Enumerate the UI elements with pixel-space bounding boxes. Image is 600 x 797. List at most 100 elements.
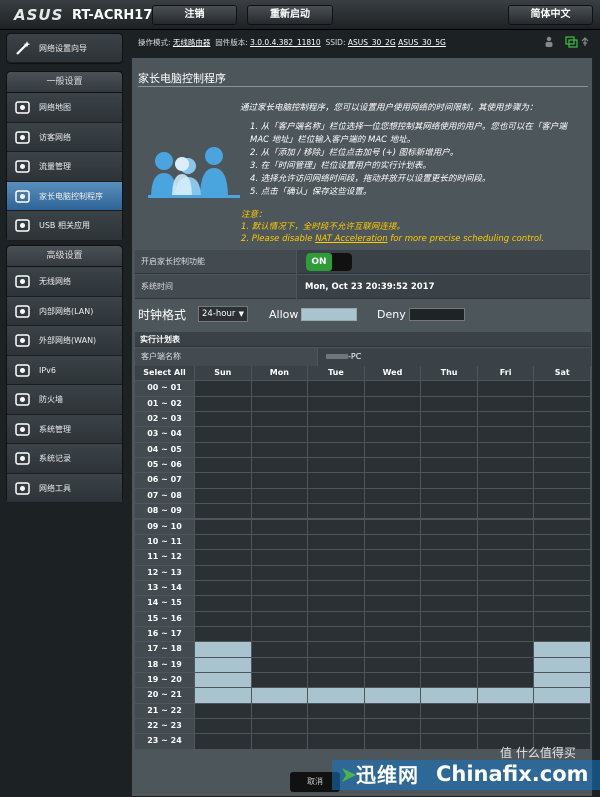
schedule-cell[interactable] [421, 412, 477, 427]
hour-row-header[interactable]: 08 ~ 09 [135, 504, 194, 519]
schedule-cell[interactable] [364, 458, 421, 473]
schedule-cell[interactable] [251, 719, 308, 734]
schedule-cell[interactable] [195, 396, 251, 412]
schedule-cell[interactable] [308, 626, 364, 642]
sidebar-item-advanced-1[interactable]: 内部网络(LAN) [7, 296, 122, 326]
schedule-cell[interactable] [251, 565, 308, 580]
schedule-cell[interactable] [477, 565, 534, 580]
hour-row-header[interactable]: 19 ~ 20 [135, 673, 194, 688]
schedule-cell[interactable] [251, 657, 308, 672]
schedule-cell[interactable] [477, 442, 534, 458]
schedule-cell[interactable] [534, 673, 590, 688]
hour-row-header[interactable]: 04 ~ 05 [135, 442, 194, 458]
schedule-cell[interactable] [308, 550, 364, 565]
schedule-cell[interactable] [251, 458, 308, 473]
schedule-cell[interactable] [534, 412, 590, 427]
schedule-cell[interactable] [364, 657, 421, 672]
schedule-cell[interactable] [251, 734, 308, 749]
schedule-cell[interactable] [195, 611, 251, 626]
schedule-cell[interactable] [195, 473, 251, 488]
schedule-cell[interactable] [364, 626, 421, 642]
schedule-cell[interactable] [421, 381, 477, 396]
schedule-cell[interactable] [534, 381, 590, 396]
schedule-cell[interactable] [308, 504, 364, 519]
schedule-cell[interactable] [477, 458, 534, 473]
schedule-cell[interactable] [251, 580, 308, 596]
schedule-cell[interactable] [421, 626, 477, 642]
hour-row-header[interactable]: 11 ~ 12 [135, 550, 194, 565]
schedule-cell[interactable] [364, 673, 421, 688]
logout-button[interactable]: 注销 [152, 5, 237, 25]
hour-row-header[interactable]: 01 ~ 02 [135, 396, 194, 412]
schedule-cell[interactable] [308, 565, 364, 580]
schedule-cell[interactable] [534, 657, 590, 672]
internet-status-icon[interactable] [565, 36, 578, 48]
hour-row-header[interactable]: 07 ~ 08 [135, 488, 194, 504]
schedule-cell[interactable] [477, 534, 534, 550]
schedule-cell[interactable] [251, 412, 308, 427]
language-selector[interactable]: 简体中文 [508, 5, 593, 25]
schedule-cell[interactable] [534, 596, 590, 611]
schedule-cell[interactable] [308, 673, 364, 688]
schedule-cell[interactable] [364, 719, 421, 734]
schedule-cell[interactable] [421, 596, 477, 611]
schedule-cell[interactable] [251, 550, 308, 565]
schedule-cell[interactable] [364, 580, 421, 596]
schedule-cell[interactable] [364, 596, 421, 611]
ssid-5g-link[interactable]: ASUS_30_5G [398, 38, 446, 47]
schedule-cell[interactable] [477, 427, 534, 442]
hour-row-header[interactable]: 21 ~ 22 [135, 703, 194, 719]
schedule-cell[interactable] [308, 534, 364, 550]
schedule-cell[interactable] [308, 734, 364, 749]
schedule-cell[interactable] [421, 396, 477, 412]
schedule-cell[interactable] [534, 442, 590, 458]
schedule-cell[interactable] [195, 642, 251, 657]
sidebar-item-wizard[interactable]: 网络设置向导 [7, 34, 122, 63]
schedule-cell[interactable] [364, 611, 421, 626]
schedule-cell[interactable] [477, 473, 534, 488]
schedule-cell[interactable] [421, 504, 477, 519]
day-header-mon[interactable]: Mon [251, 366, 308, 381]
sidebar-item-advanced-5[interactable]: 系统管理 [7, 414, 122, 444]
schedule-cell[interactable] [534, 611, 590, 626]
schedule-cell[interactable] [421, 534, 477, 550]
day-header-sun[interactable]: Sun [195, 366, 251, 381]
schedule-cell[interactable] [195, 734, 251, 749]
schedule-cell[interactable] [477, 657, 534, 672]
schedule-cell[interactable] [421, 580, 477, 596]
schedule-cell[interactable] [251, 534, 308, 550]
schedule-cell[interactable] [364, 473, 421, 488]
hour-row-header[interactable]: 22 ~ 23 [135, 719, 194, 734]
schedule-cell[interactable] [364, 381, 421, 396]
schedule-cell[interactable] [477, 673, 534, 688]
hour-row-header[interactable]: 16 ~ 17 [135, 626, 194, 642]
sidebar-item-advanced-6[interactable]: 系统记录 [7, 444, 122, 474]
schedule-cell[interactable] [308, 381, 364, 396]
schedule-cell[interactable] [534, 534, 590, 550]
schedule-cell[interactable] [477, 519, 534, 534]
schedule-cell[interactable] [308, 580, 364, 596]
usb-status-icon[interactable] [581, 37, 589, 46]
schedule-cell[interactable] [308, 657, 364, 672]
schedule-cell[interactable] [534, 504, 590, 519]
day-header-tue[interactable]: Tue [308, 366, 364, 381]
firmware-link[interactable]: 3.0.0.4.382_11810 [250, 38, 321, 47]
schedule-cell[interactable] [364, 703, 421, 719]
schedule-cell[interactable] [421, 657, 477, 672]
schedule-cell[interactable] [364, 504, 421, 519]
schedule-cell[interactable] [251, 642, 308, 657]
hour-row-header[interactable]: 17 ~ 18 [135, 642, 194, 657]
hour-row-header[interactable]: 20 ~ 21 [135, 688, 194, 703]
schedule-cell[interactable] [477, 626, 534, 642]
schedule-cell[interactable] [195, 427, 251, 442]
schedule-cell[interactable] [421, 519, 477, 534]
schedule-cell[interactable] [251, 381, 308, 396]
schedule-cell[interactable] [364, 488, 421, 504]
schedule-cell[interactable] [195, 673, 251, 688]
hour-row-header[interactable]: 23 ~ 24 [135, 734, 194, 749]
schedule-cell[interactable] [421, 642, 477, 657]
day-header-thu[interactable]: Thu [421, 366, 477, 381]
schedule-cell[interactable] [364, 427, 421, 442]
sidebar-item-general-3[interactable]: 家长电脑控制程序 [7, 181, 122, 211]
hour-row-header[interactable]: 06 ~ 07 [135, 473, 194, 488]
